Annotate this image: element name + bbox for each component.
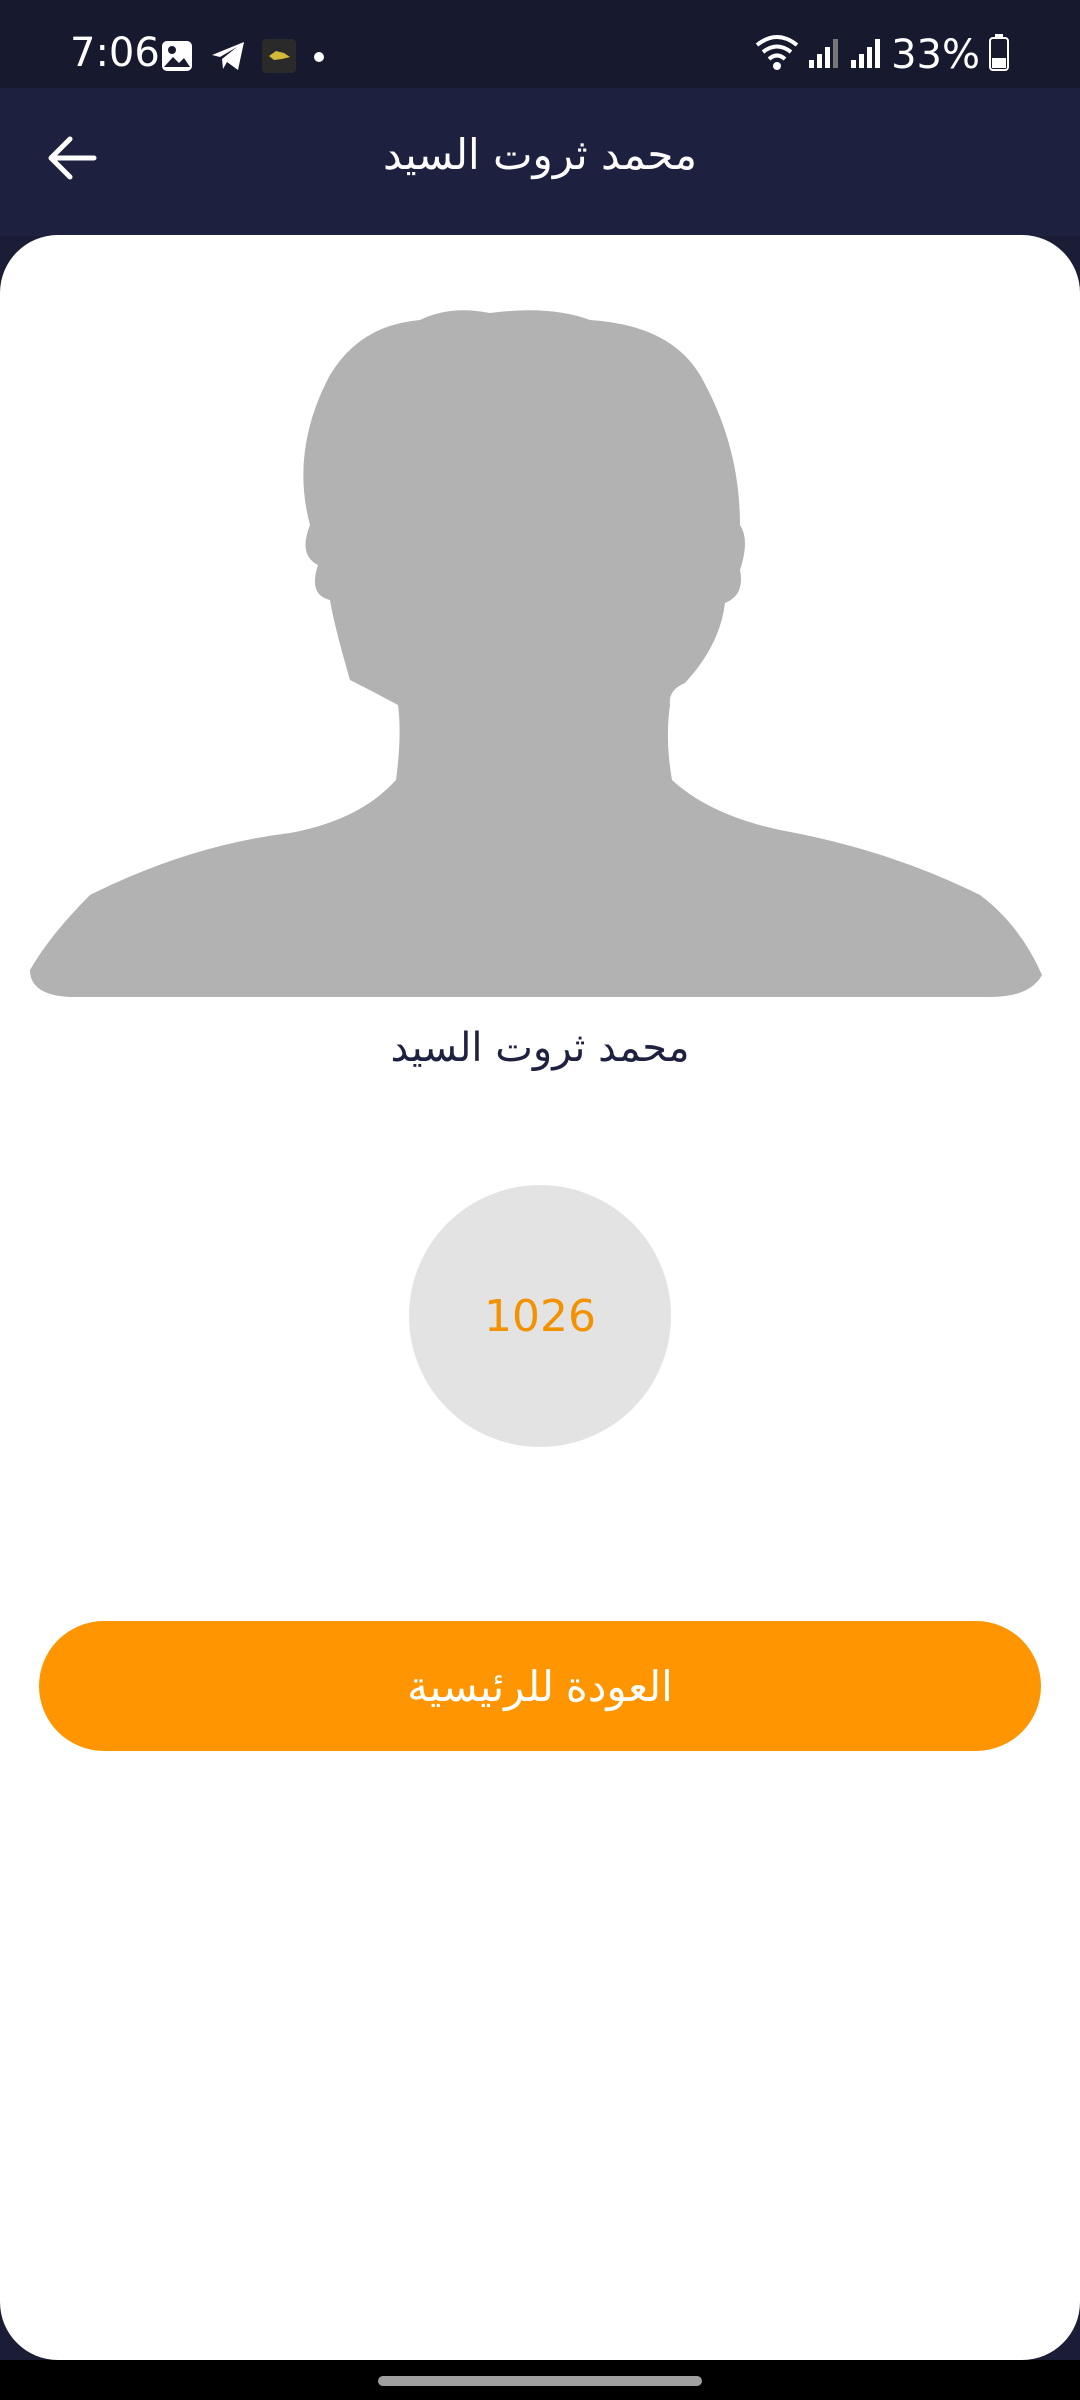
back-button[interactable] xyxy=(36,124,108,196)
wifi-icon xyxy=(755,33,799,77)
navigation-bar xyxy=(0,2360,1080,2400)
points-value: 1026 xyxy=(484,1290,596,1342)
arrow-left-icon xyxy=(46,135,98,185)
person-silhouette-icon xyxy=(30,310,1042,997)
signal-icon xyxy=(807,36,841,74)
battery-percent: 33% xyxy=(891,32,980,78)
status-bar: 7:06 33% xyxy=(0,0,1080,88)
avatar xyxy=(30,285,1042,997)
page-title: محمد ثروت السيد xyxy=(383,130,697,179)
profile-card: محمد ثروت السيد 1026 العودة للرئيسية xyxy=(0,235,1080,2360)
image-icon xyxy=(160,39,194,77)
telegram-icon xyxy=(210,39,246,77)
signal-icon xyxy=(849,36,883,74)
back-to-home-label: العودة للرئيسية xyxy=(407,1662,673,1710)
dot-icon xyxy=(312,49,326,68)
back-to-home-button[interactable]: العودة للرئيسية xyxy=(39,1621,1041,1751)
app-bar: محمد ثروت السيد xyxy=(0,88,1080,236)
status-icons-right: 33% xyxy=(755,30,1010,80)
home-indicator[interactable] xyxy=(378,2376,702,2386)
battery-icon xyxy=(988,34,1010,76)
status-time: 7:06 xyxy=(70,30,160,76)
points-badge: 1026 xyxy=(409,1185,671,1447)
profile-name: محمد ثروت السيد xyxy=(390,1025,690,1071)
app-icon xyxy=(262,39,296,77)
status-icons-left xyxy=(160,38,326,78)
